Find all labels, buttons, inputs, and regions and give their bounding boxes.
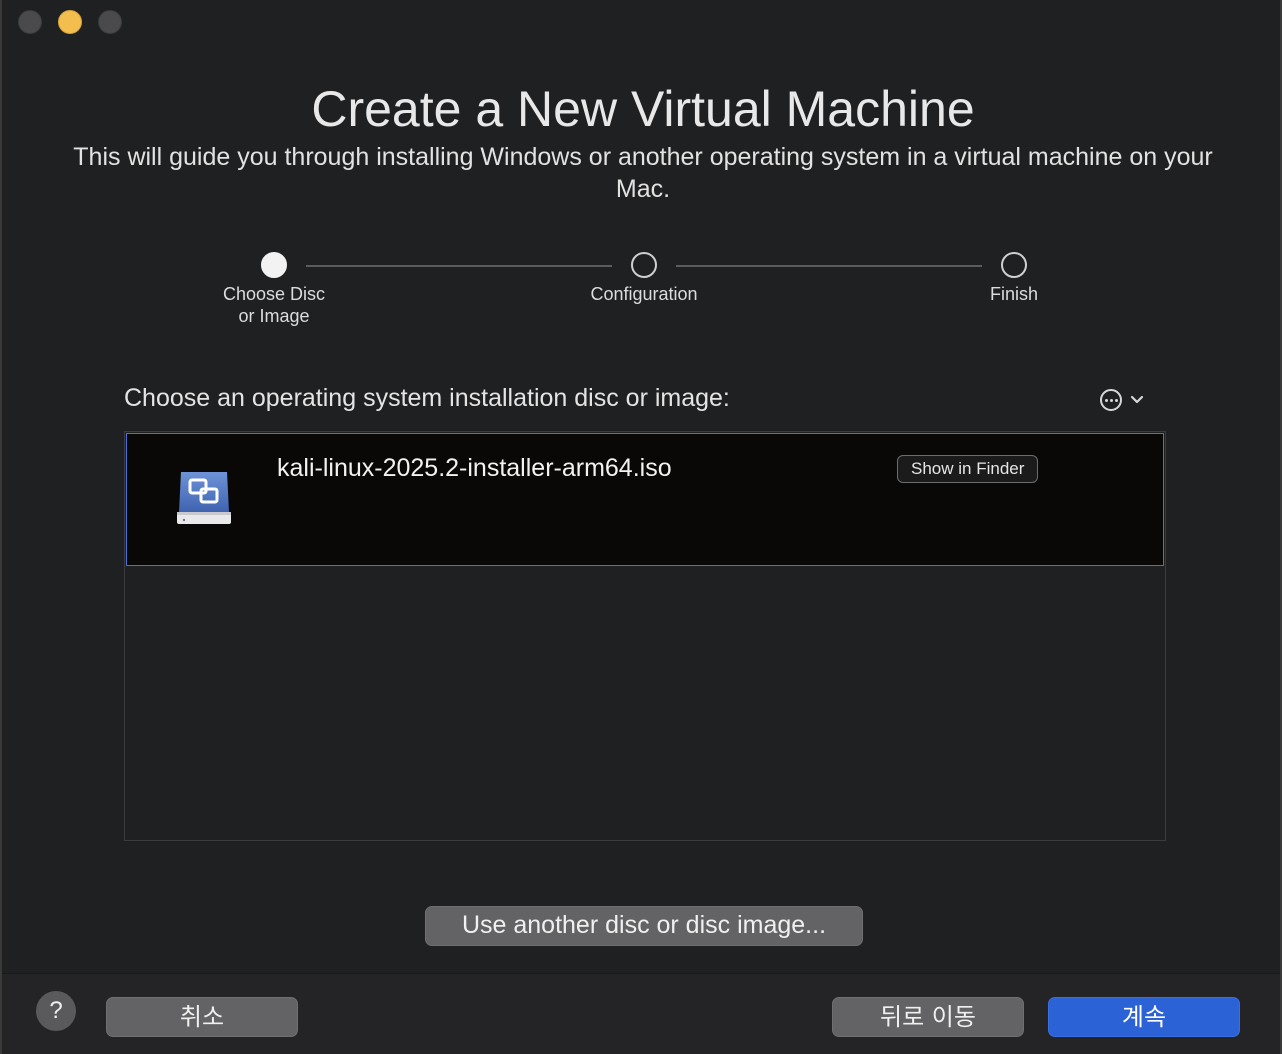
- use-another-disc-button[interactable]: Use another disc or disc image...: [425, 906, 863, 946]
- step-indicator-configuration: [631, 252, 657, 278]
- step-indicator-choose-disc: [261, 252, 287, 278]
- step-label-configuration: Configuration: [590, 284, 698, 304]
- stepper-connector: [676, 265, 982, 267]
- list-item[interactable]: kali-linux-2025.2-installer-arm64.iso Sh…: [126, 433, 1164, 566]
- window-controls: [18, 10, 122, 34]
- zoom-window-button[interactable]: [98, 10, 122, 34]
- more-options-button[interactable]: [1100, 389, 1144, 411]
- wizard-stepper: Choose Disc or Image Configuration Finis…: [2, 252, 1280, 342]
- step-label-finish: Finish: [989, 284, 1038, 304]
- create-vm-window: Create a New Virtual Machine This will g…: [0, 0, 1282, 1054]
- step-indicator-finish: [1001, 252, 1027, 278]
- page-title: Create a New Virtual Machine: [311, 81, 975, 137]
- file-name: kali-linux-2025.2-installer-arm64.iso: [277, 454, 672, 482]
- disk-image-icon: [177, 472, 231, 524]
- close-window-button[interactable]: [18, 10, 42, 34]
- footer-bar: ? 취소 뒤로 이동 계속: [2, 973, 1280, 1054]
- cancel-button[interactable]: 취소: [106, 997, 298, 1037]
- chevron-down-icon: [1130, 395, 1144, 404]
- step-label-choose-disc: Choose Disc or Image: [222, 284, 326, 326]
- installation-source-list[interactable]: kali-linux-2025.2-installer-arm64.iso Sh…: [124, 431, 1166, 841]
- minimize-window-button[interactable]: [58, 10, 82, 34]
- stepper-connector: [306, 265, 612, 267]
- page-subtitle: This will guide you through installing W…: [73, 143, 1213, 203]
- help-button[interactable]: ?: [36, 991, 76, 1031]
- chooser-label: Choose an operating system installation …: [124, 384, 730, 412]
- show-in-finder-button[interactable]: Show in Finder: [897, 455, 1039, 483]
- ellipsis-circle-icon: [1100, 389, 1122, 411]
- back-button[interactable]: 뒤로 이동: [832, 997, 1024, 1037]
- continue-button[interactable]: 계속: [1048, 997, 1240, 1037]
